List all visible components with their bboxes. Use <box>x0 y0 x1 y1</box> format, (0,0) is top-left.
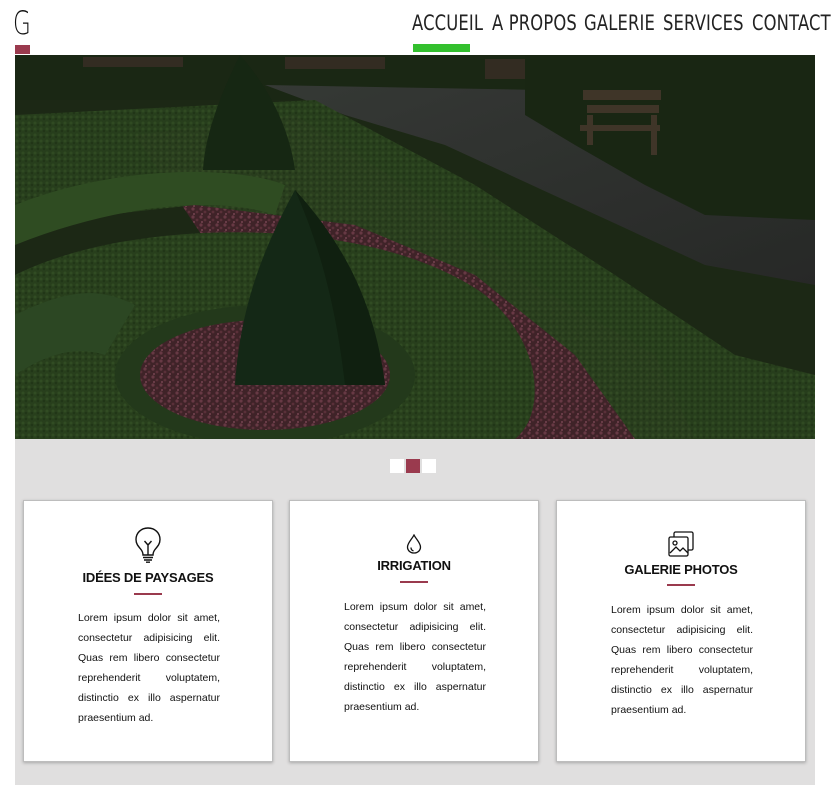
service-card-galerie: GALERIE PHOTOS Lorem ipsum dolor sit ame… <box>556 500 806 762</box>
photo-gallery-icon <box>668 531 694 562</box>
nav-link-galerie[interactable]: GALERIE <box>584 8 655 38</box>
card-divider <box>400 581 428 583</box>
lightbulb-icon <box>135 527 161 568</box>
nav-item-a-propos[interactable]: A PROPOS <box>492 8 587 54</box>
card-divider <box>134 593 162 595</box>
card-title: GALERIE PHOTOS <box>624 562 738 577</box>
card-title: IRRIGATION <box>377 558 451 573</box>
card-description: Lorem ipsum dolor sit amet, consectetur … <box>344 601 486 713</box>
nav-link-accueil[interactable]: ACCUEIL <box>412 8 483 38</box>
slider-dot-2-active[interactable] <box>406 459 420 473</box>
card-description: Lorem ipsum dolor sit amet, consectetur … <box>611 604 753 716</box>
site-logo[interactable]: G <box>13 4 31 42</box>
service-card-paysages: IDÉES DE PAYSAGES Lorem ipsum dolor sit … <box>23 500 273 762</box>
nav-active-indicator <box>413 44 470 52</box>
slider-pagination <box>390 459 436 473</box>
nav-link-a-propos[interactable]: A PROPOS <box>492 8 577 38</box>
service-card-irrigation: IRRIGATION Lorem ipsum dolor sit amet, c… <box>289 500 539 762</box>
garden-hero-illustration <box>15 55 815 439</box>
nav-item-accueil[interactable]: ACCUEIL <box>412 8 489 54</box>
site-header: G ACCUEIL A PROPOS GALERIE SERVICES CONT… <box>0 0 833 55</box>
nav-item-services[interactable]: SERVICES <box>663 8 752 54</box>
logo-accent-mark <box>15 45 30 54</box>
slider-dot-1[interactable] <box>390 459 404 473</box>
nav-link-contact[interactable]: CONTACT <box>752 8 831 38</box>
slider-dot-3[interactable] <box>422 459 436 473</box>
nav-link-services[interactable]: SERVICES <box>663 8 744 38</box>
card-divider <box>667 584 695 586</box>
water-drop-icon <box>406 533 422 559</box>
hero-slider-image <box>15 55 815 439</box>
nav-item-galerie[interactable]: GALERIE <box>584 8 661 54</box>
card-description: Lorem ipsum dolor sit amet, consectetur … <box>78 612 220 724</box>
card-title: IDÉES DE PAYSAGES <box>82 570 214 585</box>
nav-item-contact[interactable]: CONTACT <box>752 8 833 54</box>
